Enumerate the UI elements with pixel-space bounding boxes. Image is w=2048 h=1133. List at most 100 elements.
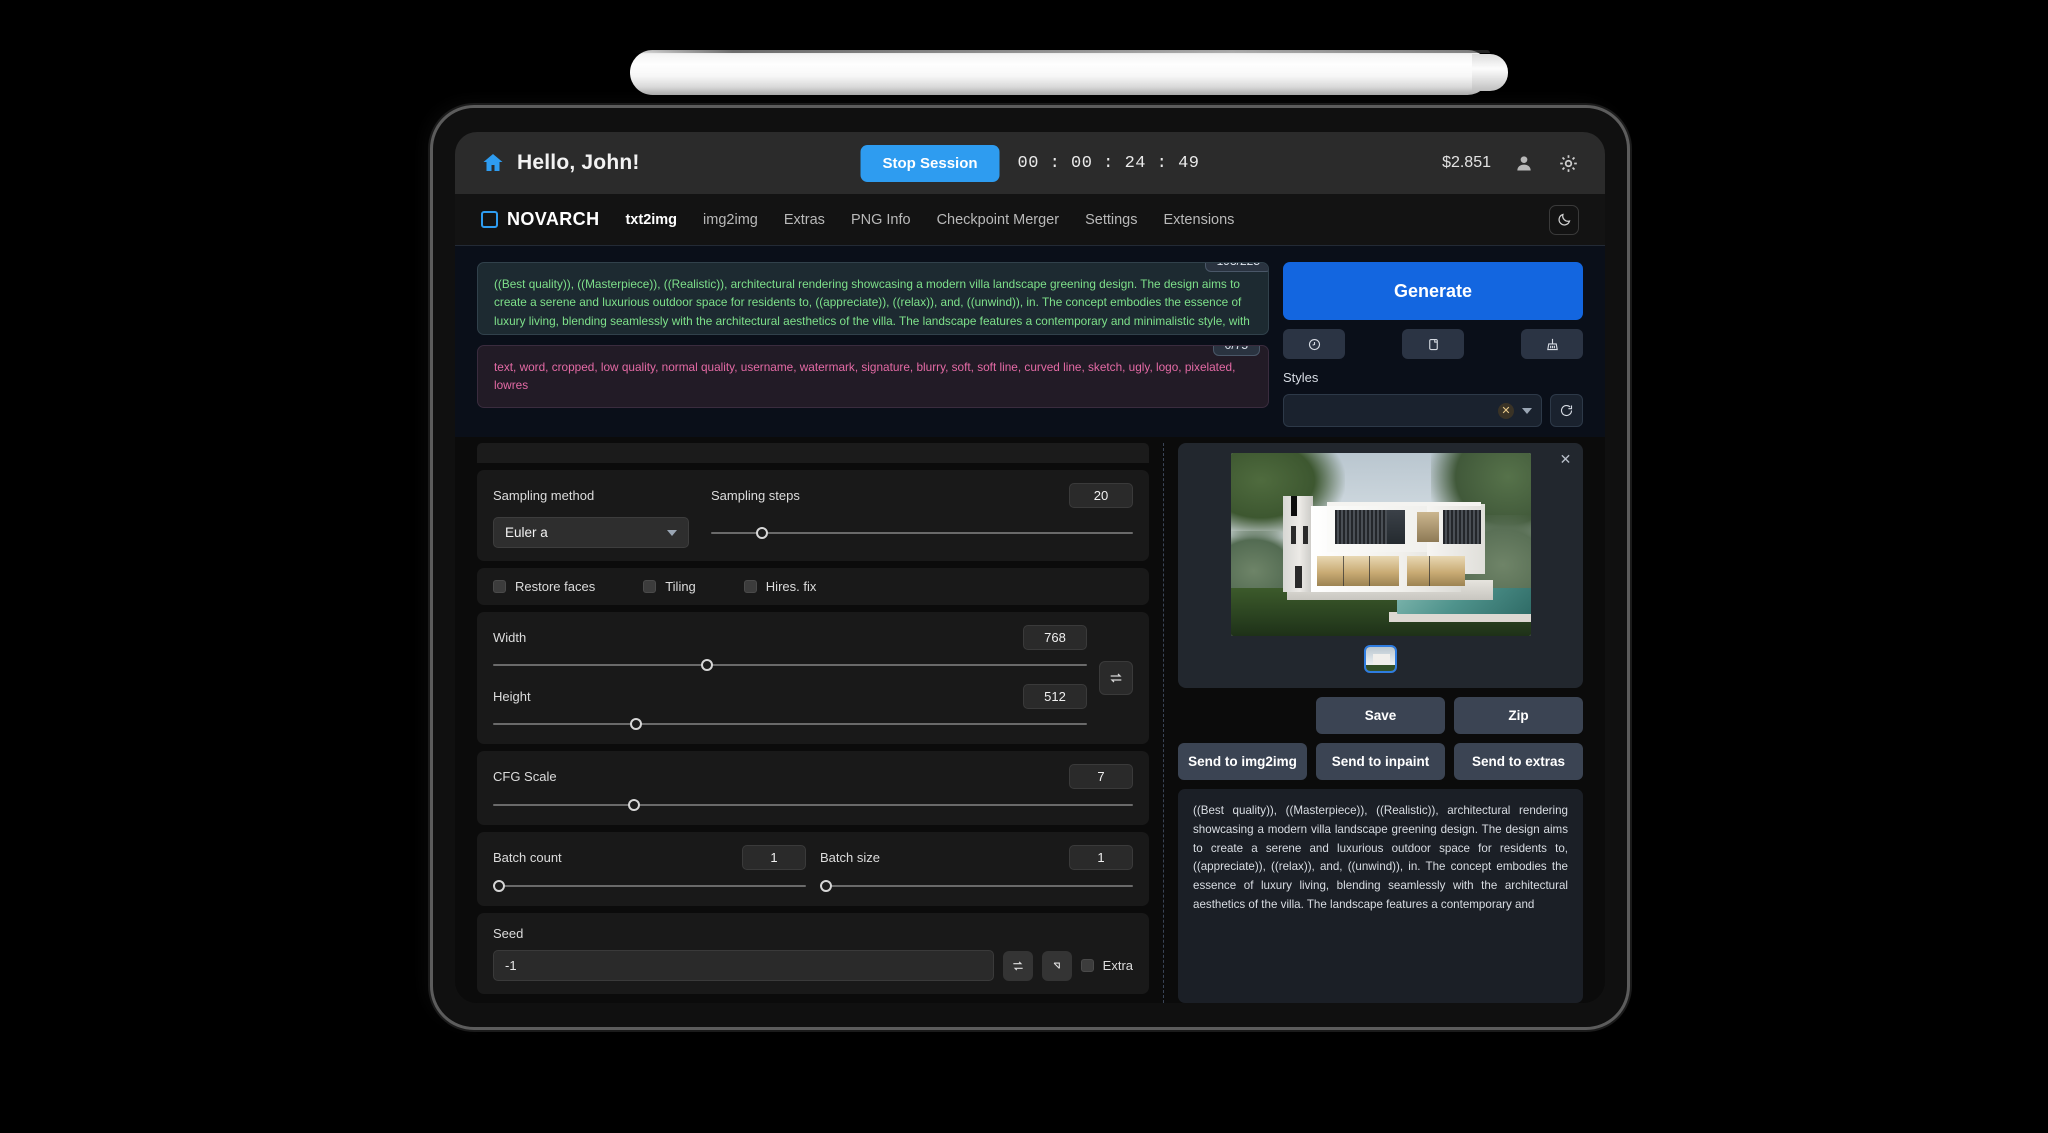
sampling-method-label: Sampling method bbox=[493, 488, 595, 503]
zip-button[interactable]: Zip bbox=[1454, 697, 1583, 734]
batch-size-label: Batch size bbox=[820, 850, 880, 865]
save-button[interactable]: Save bbox=[1316, 697, 1445, 734]
restore-faces-checkbox[interactable]: Restore faces bbox=[493, 579, 595, 594]
batch-size-value[interactable]: 1 bbox=[1069, 845, 1133, 870]
hires-fix-label: Hires. fix bbox=[765, 579, 817, 594]
width-value[interactable]: 768 bbox=[1023, 625, 1087, 650]
render-louver-upper-right bbox=[1442, 510, 1481, 544]
sampling-steps-value[interactable]: 20 bbox=[1069, 483, 1133, 508]
batch-count-slider[interactable] bbox=[493, 879, 806, 893]
app-header: Hello, John! Stop Session 00 : 00 : 24 :… bbox=[455, 132, 1605, 194]
tiling-label: Tiling bbox=[665, 579, 696, 594]
slider-knob[interactable] bbox=[700, 659, 713, 671]
generate-button[interactable]: Generate bbox=[1283, 262, 1583, 320]
batch-count-label: Batch count bbox=[493, 850, 562, 865]
results-column: ✕ Save Zip Send to img2img Send to inpai… bbox=[1163, 443, 1583, 1003]
tab-txt2img[interactable]: txt2img bbox=[625, 212, 677, 228]
close-icon[interactable]: ✕ bbox=[1557, 452, 1574, 469]
restore-progress-icon[interactable] bbox=[1283, 329, 1345, 359]
screenshot-stage: Hello, John! Stop Session 00 : 00 : 24 :… bbox=[0, 0, 2048, 1133]
balance-amount: $2.851 bbox=[1442, 154, 1491, 171]
tab-png-info[interactable]: PNG Info bbox=[851, 212, 911, 228]
cfg-scale-slider[interactable] bbox=[493, 798, 1133, 812]
randomize-seed-icon[interactable] bbox=[1002, 950, 1033, 981]
clear-x-icon[interactable]: ✕ bbox=[1498, 402, 1514, 419]
seed-extra-label: Extra bbox=[1102, 958, 1133, 973]
thumbnail-strip bbox=[1364, 645, 1397, 673]
tab-extensions[interactable]: Extensions bbox=[1163, 212, 1234, 228]
slider-knob[interactable] bbox=[820, 880, 833, 892]
hires-fix-checkbox[interactable]: Hires. fix bbox=[743, 579, 817, 594]
prompt-region: ((Best quality)), ((Masterpiece)), ((Rea… bbox=[455, 246, 1605, 437]
stop-session-button[interactable]: Stop Session bbox=[860, 144, 1000, 182]
render-roof bbox=[1326, 502, 1481, 506]
send-to-extras-button[interactable]: Send to extras bbox=[1454, 743, 1583, 780]
render-tower-window bbox=[1294, 566, 1302, 588]
seed-input[interactable]: -1 bbox=[493, 950, 994, 981]
height-label: Height bbox=[493, 689, 531, 704]
thumb-lawn bbox=[1366, 665, 1395, 671]
result-thumbnail[interactable] bbox=[1364, 645, 1397, 673]
slider-knob[interactable] bbox=[493, 880, 506, 892]
batch-count-value[interactable]: 1 bbox=[742, 845, 806, 870]
seed-card: Seed -1 Extra bbox=[477, 913, 1149, 994]
dimensions-card: Width 768 Height 512 bbox=[477, 612, 1149, 744]
generated-image[interactable] bbox=[1230, 453, 1531, 636]
user-icon[interactable] bbox=[1513, 152, 1535, 174]
tab-checkpoint-merger[interactable]: Checkpoint Merger bbox=[937, 212, 1060, 228]
negative-prompt-input[interactable]: text, word, cropped, low quality, normal… bbox=[477, 345, 1269, 408]
slider-knob[interactable] bbox=[629, 718, 642, 730]
render-mullion bbox=[1342, 556, 1344, 586]
result-description: ((Best quality)), ((Masterpiece)), ((Rea… bbox=[1178, 789, 1583, 1003]
gear-icon[interactable] bbox=[1557, 152, 1579, 174]
negative-prompt-text: text, word, cropped, low quality, normal… bbox=[494, 360, 1236, 393]
tablet-screen: Hello, John! Stop Session 00 : 00 : 24 :… bbox=[455, 132, 1605, 1003]
nav-bar: NOVARCH txt2img img2img Extras PNG Info … bbox=[455, 194, 1605, 246]
refresh-icon[interactable] bbox=[1550, 394, 1583, 427]
reuse-seed-icon[interactable] bbox=[1041, 950, 1072, 981]
sampling-method-select[interactable]: Euler a bbox=[493, 517, 689, 548]
seed-extra-checkbox[interactable]: Extra bbox=[1080, 958, 1133, 973]
chevron-down-icon bbox=[667, 529, 677, 536]
moon-icon[interactable] bbox=[1549, 204, 1579, 235]
greeting-text: Hello, John! bbox=[517, 151, 640, 174]
checkbox-box bbox=[643, 580, 657, 593]
send-to-inpaint-button[interactable]: Send to inpaint bbox=[1316, 743, 1445, 780]
settings-column: Sampling method Sampling steps 20 Euler … bbox=[477, 443, 1149, 1003]
width-label: Width bbox=[493, 630, 527, 645]
height-slider[interactable] bbox=[493, 717, 1087, 731]
tablet-device: Hello, John! Stop Session 00 : 00 : 24 :… bbox=[430, 105, 1630, 1030]
tiling-checkbox[interactable]: Tiling bbox=[643, 579, 696, 594]
slider-knob[interactable] bbox=[627, 799, 640, 811]
styles-row: ✕ bbox=[1283, 394, 1583, 427]
tab-extras[interactable]: Extras bbox=[784, 212, 825, 228]
seed-label: Seed bbox=[493, 926, 524, 941]
sampling-steps-slider[interactable] bbox=[711, 526, 1133, 540]
tab-settings[interactable]: Settings bbox=[1085, 212, 1137, 228]
styles-label: Styles bbox=[1283, 370, 1319, 385]
send-to-img2img-button[interactable]: Send to img2img bbox=[1178, 743, 1307, 780]
render-tower-notch bbox=[1290, 496, 1297, 516]
brand: NOVARCH bbox=[481, 209, 599, 230]
cfg-card: CFG Scale 7 bbox=[477, 751, 1149, 825]
checkbox-box bbox=[493, 580, 506, 593]
app-body: ((Best quality)), ((Masterpiece)), ((Rea… bbox=[455, 246, 1605, 1003]
results-buttons-row-2: Send to img2img Send to inpaint Send to … bbox=[1178, 743, 1583, 780]
home-icon[interactable] bbox=[481, 151, 505, 175]
tab-img2img[interactable]: img2img bbox=[703, 212, 758, 228]
positive-prompt-input[interactable]: ((Best quality)), ((Masterpiece)), ((Rea… bbox=[477, 262, 1269, 335]
broom-icon[interactable] bbox=[1521, 329, 1583, 359]
batch-size-slider[interactable] bbox=[820, 879, 1133, 893]
styles-select[interactable]: ✕ bbox=[1283, 394, 1542, 427]
slider-knob[interactable] bbox=[755, 526, 768, 539]
swap-dimensions-icon[interactable] bbox=[1099, 661, 1133, 695]
cfg-scale-label: CFG Scale bbox=[493, 769, 557, 784]
height-value[interactable]: 512 bbox=[1023, 684, 1087, 709]
generate-panel: Generate Styles ✕ bbox=[1283, 262, 1583, 427]
sampling-steps-label: Sampling steps bbox=[711, 488, 800, 503]
render-glass-ground-left bbox=[1316, 556, 1399, 586]
width-slider[interactable] bbox=[493, 658, 1087, 672]
cfg-scale-value[interactable]: 7 bbox=[1069, 764, 1133, 789]
clipboard-icon[interactable] bbox=[1402, 329, 1464, 359]
chevron-down-icon[interactable] bbox=[1522, 407, 1532, 414]
